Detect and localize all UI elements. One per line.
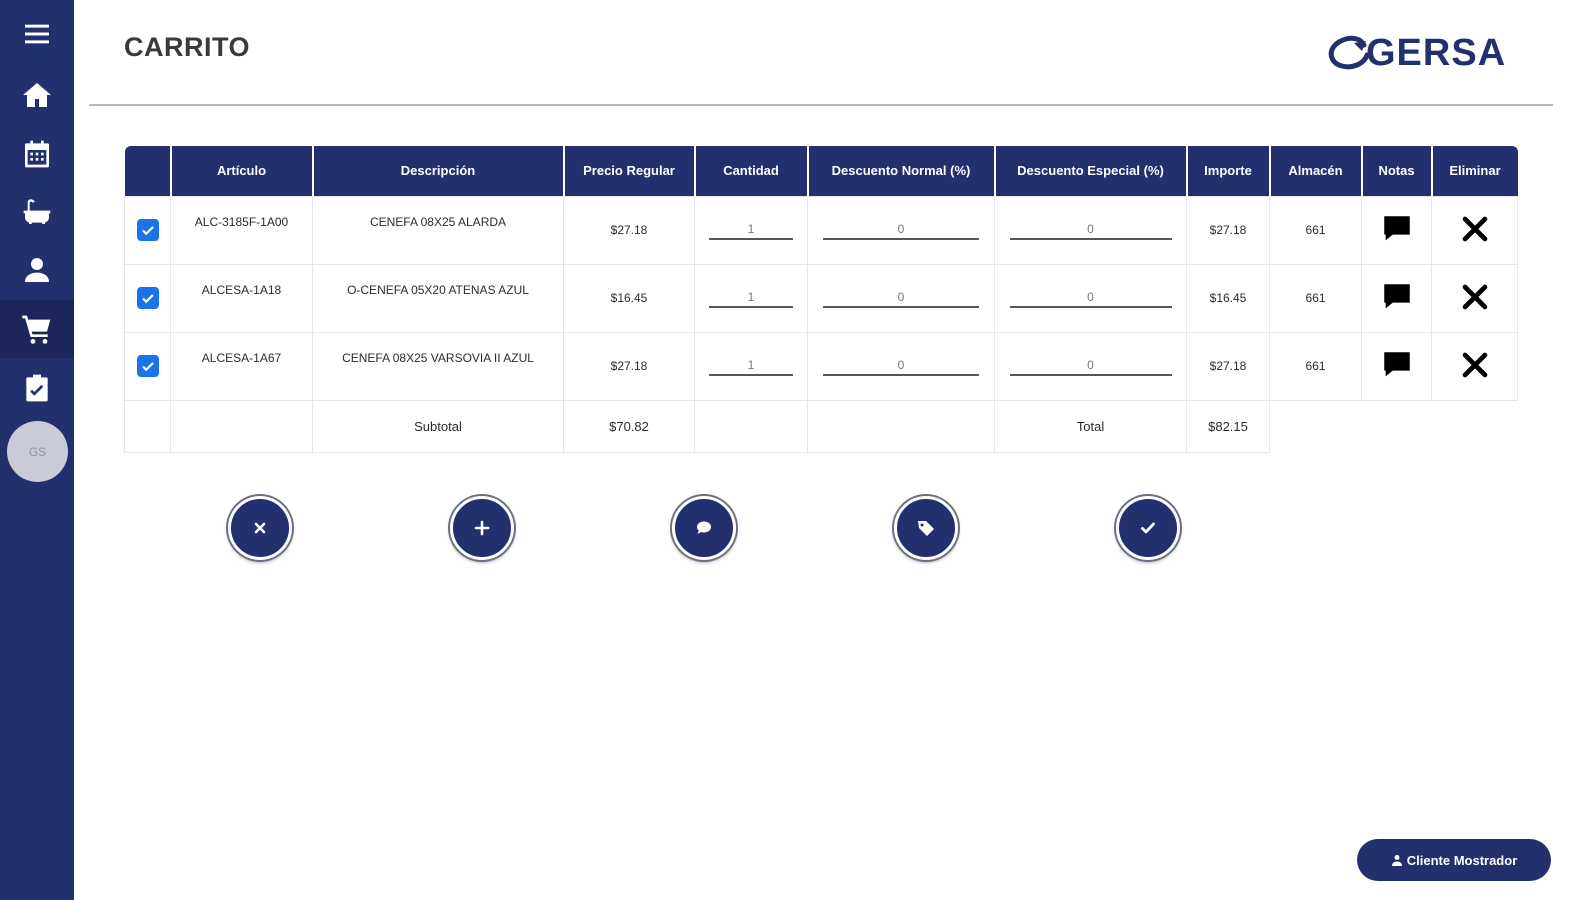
normal-discount-input[interactable] [823, 356, 979, 376]
special-discount-input[interactable] [1009, 288, 1172, 308]
col-header-eliminar: Eliminar [1430, 146, 1518, 196]
col-header-select [124, 146, 171, 196]
close-icon [1462, 284, 1487, 309]
row-checkbox[interactable] [136, 355, 159, 377]
cell-descripcion: CENEFA 08X25 VARSOVIA II AZUL [312, 331, 564, 401]
add-note-button[interactable] [672, 496, 736, 560]
cell-importe: $27.18 [1186, 195, 1270, 265]
normal-discount-input[interactable] [823, 220, 979, 240]
cell-articulo: ALCESA-1A67 [170, 331, 313, 401]
clear-cart-button[interactable] [228, 496, 292, 560]
quantity-input[interactable] [709, 288, 793, 308]
col-header-descuento-normal: Descuento Normal (%) [806, 146, 995, 196]
confirm-order-button[interactable] [1116, 496, 1180, 560]
sidebar-item-cart[interactable] [0, 300, 74, 358]
client-mostrador-button[interactable]: Cliente Mostrador [1357, 839, 1551, 881]
sidebar-item-orders[interactable] [0, 359, 74, 417]
delete-row-button[interactable] [1458, 280, 1492, 314]
close-icon [1462, 216, 1487, 241]
col-header-descripcion: Descripción [311, 146, 564, 196]
sidebar: GS [0, 0, 74, 900]
sidebar-item-clients[interactable] [0, 241, 74, 299]
logo-text: GERSA [1366, 31, 1507, 74]
bathtub-icon [23, 199, 51, 224]
header-divider [89, 104, 1553, 106]
cell-almacen: 661 [1269, 331, 1362, 401]
special-discount-input[interactable] [1009, 220, 1172, 240]
col-header-importe: Importe [1185, 146, 1270, 196]
avatar-initials: GS [28, 444, 47, 459]
cell-importe: $27.18 [1186, 331, 1270, 401]
sidebar-item-bathroom[interactable] [0, 183, 74, 241]
menu-button[interactable] [0, 5, 74, 63]
check-icon [1141, 522, 1155, 534]
close-icon [254, 522, 266, 534]
close-icon [1462, 352, 1487, 377]
table-row: ALC-3185F-1A00 CENEFA 08X25 ALARDA $27.1… [124, 195, 1518, 265]
clipboard-check-icon [26, 374, 48, 402]
table-header-row: Artículo Descripción Precio Regular Cant… [124, 146, 1518, 196]
apply-discount-button[interactable] [894, 496, 958, 560]
plus-icon [474, 520, 490, 536]
cell-descripcion: CENEFA 08X25 ALARDA [312, 195, 564, 265]
cart-icon [22, 315, 51, 344]
page-title: CARRITO [124, 32, 251, 62]
cell-precio: $16.45 [563, 263, 695, 333]
sidebar-item-home[interactable] [0, 66, 74, 124]
cell-precio: $27.18 [563, 195, 695, 265]
add-item-button[interactable] [450, 496, 514, 560]
total-label: Total [994, 399, 1187, 453]
sidebar-item-calendar[interactable] [0, 125, 74, 183]
user-icon [25, 258, 49, 282]
user-icon [1391, 855, 1402, 866]
check-icon [141, 226, 154, 236]
comment-icon [1383, 351, 1410, 376]
col-header-cantidad: Cantidad [693, 146, 808, 196]
delete-row-button[interactable] [1458, 212, 1492, 246]
notes-button[interactable] [1380, 212, 1414, 246]
special-discount-input[interactable] [1009, 356, 1172, 376]
client-button-label: Cliente Mostrador [1406, 852, 1518, 868]
table-row: ALCESA-1A18 O-CENEFA 05X20 ATENAS AZUL $… [124, 263, 1518, 333]
col-header-notas: Notas [1360, 146, 1432, 196]
quantity-input[interactable] [709, 220, 793, 240]
gersa-logo: GERSA [1326, 30, 1516, 76]
tag-icon [918, 521, 934, 536]
notes-button[interactable] [1380, 280, 1414, 314]
home-icon [23, 83, 51, 107]
table-row: ALCESA-1A67 CENEFA 08X25 VARSOVIA II AZU… [124, 331, 1518, 401]
cell-almacen: 661 [1269, 195, 1362, 265]
check-icon [141, 362, 154, 372]
col-header-articulo: Artículo [169, 146, 313, 196]
cell-descripcion: O-CENEFA 05X20 ATENAS AZUL [312, 263, 564, 333]
avatar[interactable]: GS [7, 421, 68, 482]
row-checkbox[interactable] [136, 219, 159, 241]
chat-icon [697, 521, 711, 534]
cell-importe: $16.45 [1186, 263, 1270, 333]
menu-icon [25, 24, 49, 44]
comment-icon [1383, 215, 1410, 240]
col-header-descuento-especial: Descuento Especial (%) [993, 146, 1187, 196]
cell-articulo: ALC-3185F-1A00 [170, 195, 313, 265]
comment-icon [1383, 283, 1410, 308]
quantity-input[interactable] [709, 356, 793, 376]
summary-row: Subtotal $70.82 Total $82.15 [124, 399, 1518, 453]
notes-button[interactable] [1380, 348, 1414, 382]
cell-precio: $27.18 [563, 331, 695, 401]
check-icon [141, 294, 154, 304]
total-value: $82.15 [1186, 399, 1270, 453]
cell-articulo: ALCESA-1A18 [170, 263, 313, 333]
calendar-icon [25, 140, 49, 168]
subtotal-value: $70.82 [563, 399, 695, 453]
col-header-precio: Precio Regular [562, 146, 695, 196]
delete-row-button[interactable] [1458, 348, 1492, 382]
cell-almacen: 661 [1269, 263, 1362, 333]
cart-table: Artículo Descripción Precio Regular Cant… [124, 146, 1518, 453]
subtotal-label: Subtotal [312, 399, 564, 453]
col-header-almacen: Almacén [1268, 146, 1362, 196]
row-checkbox[interactable] [136, 287, 159, 309]
normal-discount-input[interactable] [823, 288, 979, 308]
